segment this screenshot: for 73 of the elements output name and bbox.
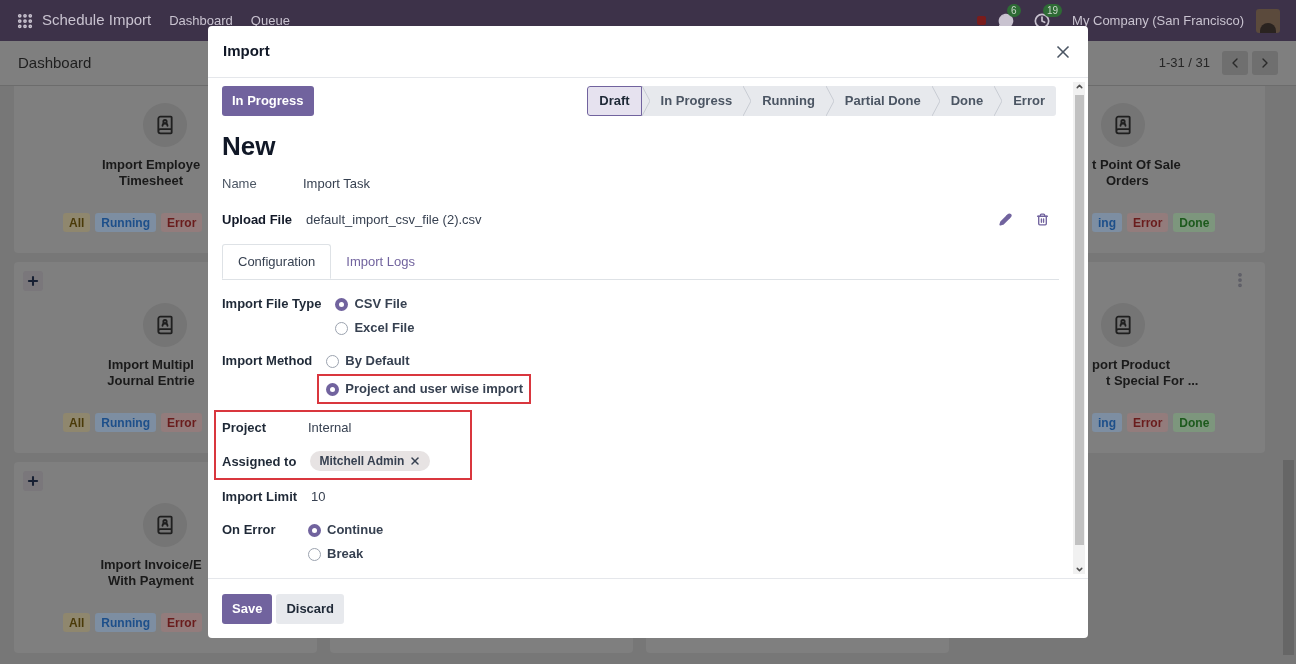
field-label: Import Method [222, 352, 313, 371]
stage-step[interactable]: Error [1002, 86, 1056, 116]
message-count: 6 [1007, 3, 1021, 17]
stage-divider [825, 86, 834, 116]
file-name[interactable]: default_import_csv_file (2).csv [306, 209, 482, 229]
card-title: Import Invoice/E With Payment [99, 557, 203, 589]
radio-label[interactable]: Continue [327, 520, 384, 540]
radio-button[interactable] [326, 354, 340, 368]
field-label: Name [222, 175, 258, 193]
discard-button[interactable]: Discard [276, 593, 345, 624]
tab[interactable]: Import Logs [331, 244, 430, 279]
radio-label[interactable]: By Default [345, 351, 410, 371]
radio-button[interactable] [335, 321, 349, 335]
activity-clock-icon[interactable] [1034, 12, 1051, 29]
field-value[interactable]: Import Task [303, 174, 370, 194]
field-label: Assigned to [222, 453, 297, 472]
radio-label[interactable]: Excel File [354, 318, 415, 338]
field-label: Import Limit [222, 488, 298, 507]
field-value[interactable]: 10 [311, 486, 326, 508]
contact-book-icon [143, 303, 187, 347]
field-value[interactable]: Internal [308, 417, 352, 439]
add-button[interactable] [23, 471, 43, 491]
radio-button[interactable] [335, 297, 349, 311]
add-button[interactable] [23, 271, 43, 291]
radio-label[interactable]: Break [327, 544, 364, 564]
card-title: Import Employe Timesheet [100, 157, 202, 189]
field-label: Import File Type [222, 295, 322, 314]
stage-divider [743, 86, 752, 116]
stage-step[interactable]: Done [939, 86, 995, 116]
status-button[interactable]: In Progress [222, 86, 314, 116]
record-title: New [222, 130, 277, 162]
tab[interactable]: Configuration [222, 244, 332, 279]
stage-divider [931, 86, 940, 116]
app-title[interactable]: Schedule Import [42, 9, 152, 32]
contact-book-icon [143, 503, 187, 547]
stage-divider [994, 86, 1003, 116]
card-title: port Product t Special For ... [1092, 357, 1200, 389]
plus-icon [26, 274, 40, 288]
dialog-title: Import [223, 41, 270, 62]
stage-step[interactable]: Running [751, 86, 826, 116]
stage-step[interactable]: In Progress [649, 86, 744, 116]
contact-book-icon [1101, 303, 1145, 347]
breadcrumb: Dashboard [18, 52, 92, 73]
field-label: On Error [222, 521, 277, 540]
edit-icon[interactable] [999, 212, 1012, 226]
scroll-down-icon[interactable] [1074, 565, 1084, 574]
remove-icon[interactable] [409, 455, 422, 467]
menu-item[interactable]: Dashboard [169, 10, 233, 31]
scrollbar-thumb[interactable] [1074, 95, 1084, 545]
card-title: Import Multipl Journal Entrie [106, 357, 196, 389]
radio-button[interactable] [326, 382, 340, 396]
menu-item[interactable]: Queue [250, 10, 290, 31]
radio-button[interactable] [308, 523, 321, 537]
radio-label[interactable]: CSV File [354, 294, 408, 314]
user-tag: Mitchell Admin [310, 451, 431, 471]
radio-button[interactable] [308, 547, 321, 561]
stage-divider [641, 86, 650, 116]
pager-value[interactable]: 1-31 / 31 [1158, 53, 1210, 73]
card-title: t Point Of Sale Orders [1092, 157, 1182, 189]
apps-menu-icon[interactable] [16, 11, 34, 30]
contact-book-icon [143, 103, 187, 147]
stage-step[interactable]: Draft [587, 86, 642, 116]
scroll-up-icon[interactable] [1074, 82, 1084, 91]
delete-icon[interactable] [1036, 212, 1049, 226]
stage-step[interactable]: Partial Done [833, 86, 932, 116]
radio-label[interactable]: Project and user wise import [345, 379, 523, 399]
chat-icon[interactable] [998, 12, 1015, 29]
plus-icon [26, 474, 40, 488]
field-label: Project [222, 419, 268, 438]
save-button[interactable]: Save [222, 593, 273, 624]
activity-count: 19 [1043, 3, 1063, 17]
field-label: Upload File [222, 210, 292, 229]
contact-book-icon [1101, 103, 1145, 147]
